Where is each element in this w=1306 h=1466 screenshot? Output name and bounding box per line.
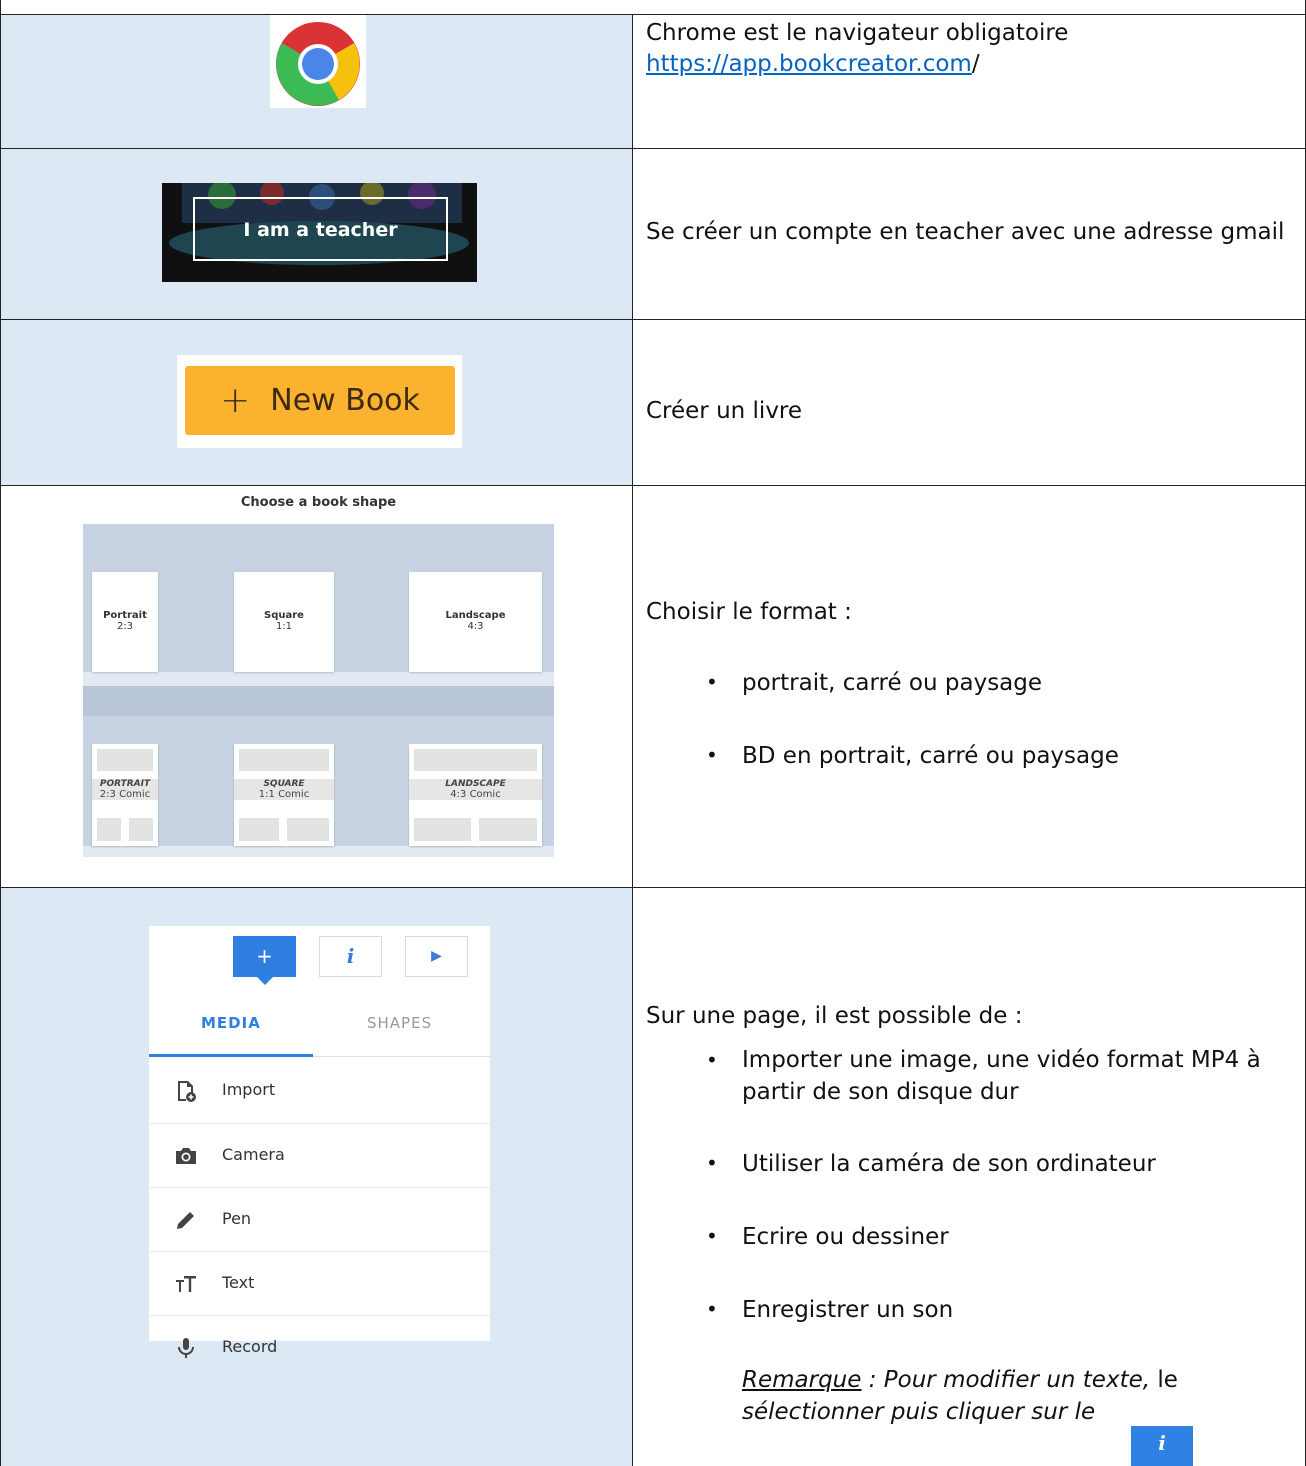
tab-shapes[interactable]: SHAPES (367, 1014, 432, 1032)
text-size-icon (176, 1276, 196, 1292)
format-bullet: BD en portrait, carré ou paysage (706, 743, 1119, 769)
menu-item-label: Pen (222, 1209, 252, 1228)
plus-icon: + (220, 380, 251, 421)
shape-name: Portrait (103, 610, 147, 621)
bullet-text: portrait, carré ou paysage (742, 670, 1043, 696)
comic-ratio: 1:1 Comic (258, 789, 310, 800)
add-button-pointer (256, 976, 274, 985)
microphone-icon (178, 1338, 194, 1358)
active-tab-indicator (149, 1054, 313, 1057)
play-button[interactable]: ▶ (405, 936, 468, 977)
book-option-landscape-comic[interactable]: LANDSCAPE 4:3 Comic (409, 744, 542, 846)
menu-item-record[interactable]: Record (149, 1315, 490, 1358)
bookcreator-url: https://app.bookcreator.com/ (646, 49, 1068, 80)
menu-item-camera[interactable]: Camera (149, 1123, 490, 1187)
bullet-text: Utiliser la caméra de son ordinateur (742, 1151, 1156, 1177)
shape-name: Square (264, 610, 304, 621)
remark-text: : Pour modifier un texte, (861, 1367, 1151, 1393)
shape-ratio: 4:3 (467, 621, 484, 632)
new-book-button[interactable]: + New Book (185, 366, 455, 435)
format-bullet: portrait, carré ou paysage (706, 670, 1042, 696)
link-suffix: / (971, 51, 980, 77)
book-option-landscape[interactable]: Landscape 4:3 (409, 572, 542, 672)
shelf (83, 672, 554, 686)
bullet-text: BD en portrait, carré ou paysage (742, 743, 1119, 769)
book-option-portrait-comic[interactable]: PORTRAIT 2:3 Comic (92, 744, 158, 846)
shape-name: Landscape (445, 610, 506, 621)
book-option-square[interactable]: Square 1:1 (234, 572, 334, 672)
comic-ratio: 2:3 Comic (99, 789, 151, 800)
account-description: Se créer un compte en teacher avec une a… (646, 219, 1285, 245)
shelf (83, 846, 554, 857)
info-button[interactable]: i (319, 936, 382, 977)
bookcreator-link[interactable]: https://app.bookcreator.com (646, 51, 972, 77)
remark-label: Remarque (742, 1367, 862, 1393)
shape-ratio: 1:1 (275, 621, 293, 632)
row-divider (0, 14, 1306, 15)
info-badge-icon: i (1131, 1426, 1193, 1466)
menu-item-label: Camera (222, 1145, 285, 1164)
column-divider (632, 14, 633, 1466)
menu-item-label: Text (222, 1273, 255, 1292)
chrome-logo (270, 15, 366, 108)
row-divider (0, 148, 1306, 149)
book-shape-screenshot: Choose a book shape Portrait 2:3 Square 1:… (83, 486, 554, 857)
page-description: Sur une page, il est possible de : (646, 1003, 1023, 1029)
page-bullet: Enregistrer un son (706, 1297, 953, 1323)
import-file-icon (178, 1081, 196, 1102)
row-divider (0, 319, 1306, 320)
book-option-portrait[interactable]: Portrait 2:3 (92, 572, 158, 672)
bullet-text: Importer une image, une vidéo format MP4… (742, 1047, 1261, 1105)
info-badge-label: i (1158, 1431, 1166, 1455)
remark: Remarque : Pour modifier un texte, le sé… (742, 1364, 1178, 1428)
tab-divider (313, 1056, 490, 1057)
teacher-screenshot: I am a teacher (162, 183, 477, 282)
comic-name: LANDSCAPE (445, 779, 506, 789)
bullet-text: Enregistrer un son (742, 1297, 954, 1323)
row-divider (0, 887, 1306, 888)
new-book-label: New Book (270, 383, 420, 418)
add-button[interactable]: + (233, 936, 296, 977)
add-menu-screenshot: + i ▶ MEDIA SHAPES Import Camera Pen Tex… (149, 926, 490, 1358)
i-am-a-teacher-button[interactable]: I am a teacher (193, 197, 448, 261)
camera-icon (176, 1148, 196, 1164)
page-bullet: Utiliser la caméra de son ordinateur (706, 1151, 1156, 1177)
shelf-shadow (83, 686, 554, 716)
page-bullet: Ecrire ou dessiner (706, 1224, 949, 1250)
pen-icon (177, 1212, 194, 1229)
menu-item-label: Import (222, 1080, 276, 1099)
page-bullet: Importer une image, une vidéo format MP4… (706, 1044, 1266, 1108)
comic-name: PORTRAIT (99, 779, 151, 789)
menu-item-label: Record (222, 1337, 278, 1356)
menu-item-import[interactable]: Import (149, 1059, 490, 1123)
remark-line2: sélectionner puis cliquer sur le (742, 1399, 1096, 1425)
format-description: Choisir le format : (646, 599, 852, 625)
book-shape-title: Choose a book shape (83, 486, 554, 524)
row-chrome-text: Chrome est le navigateur obligatoire htt… (646, 18, 1068, 80)
menu-item-pen[interactable]: Pen (149, 1187, 490, 1251)
menu-item-text[interactable]: Text (149, 1251, 490, 1315)
newbook-description: Créer un livre (646, 398, 803, 424)
comic-ratio: 4:3 Comic (450, 789, 501, 800)
tab-media[interactable]: MEDIA (201, 1014, 261, 1032)
chrome-description: Chrome est le navigateur obligatoire (646, 20, 1069, 46)
chrome-icon (276, 22, 360, 106)
shape-ratio: 2:3 (116, 621, 134, 632)
comic-name: SQUARE (263, 779, 305, 789)
remark-text: le (1150, 1367, 1178, 1393)
bullet-text: Ecrire ou dessiner (742, 1224, 949, 1250)
book-option-square-comic[interactable]: SQUARE 1:1 Comic (234, 744, 334, 846)
